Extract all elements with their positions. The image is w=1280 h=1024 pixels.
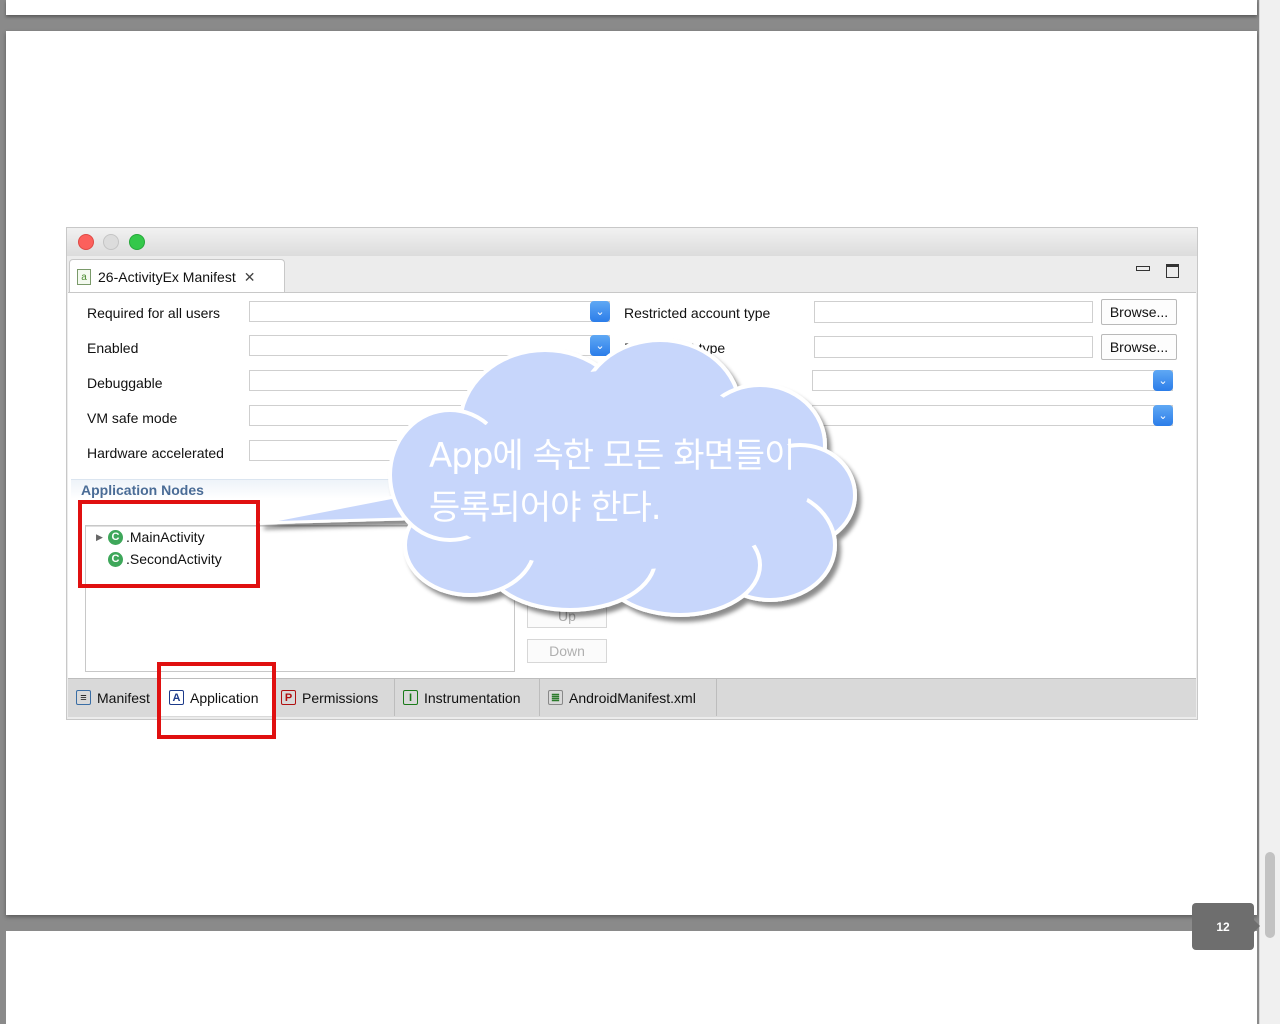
- callout-line-1: App에 속한 모든 화면들이: [429, 436, 795, 476]
- callout-text: App에 속한 모든 화면들이 등록되어야 한다.: [429, 430, 795, 534]
- callout-line-2: 등록되어야 한다.: [429, 488, 662, 528]
